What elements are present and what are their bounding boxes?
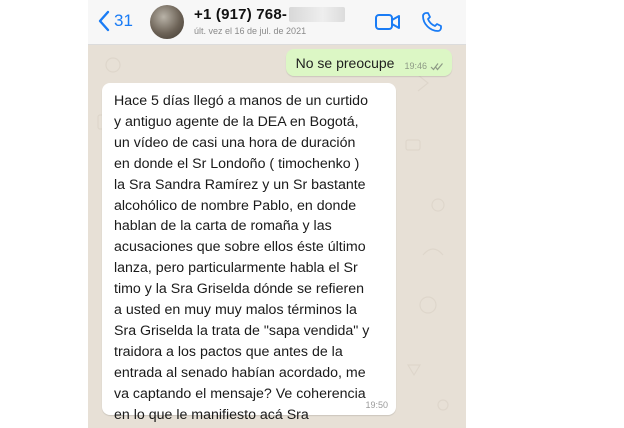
outgoing-message-meta: 19:46 (404, 61, 444, 71)
message-line: hablan de la carta de romaña y las (114, 218, 332, 235)
message-line: acusaciones que sobre ellos éste último (114, 239, 366, 256)
video-call-button[interactable] (374, 10, 402, 34)
chat-area[interactable]: No se preocupe 19:46 Hace 5 días llegó a… (88, 45, 466, 428)
message-line: lanza, pero particularmente habla el Sr (114, 260, 358, 277)
screenshot-frame: 31 +1 (917) 768- últ. vez el 16 de jul. … (0, 0, 624, 428)
incoming-message[interactable]: Hace 5 días llegó a manos de un curtido … (102, 83, 396, 423)
outgoing-message-time: 19:46 (404, 61, 427, 71)
chevron-left-icon (98, 10, 110, 32)
message-line: la Sra Sandra Ramírez y un Sr bastante (114, 176, 366, 193)
message-line: Sra Griselda la trata de "sapa vendida" … (114, 322, 370, 339)
contact-info[interactable]: +1 (917) 768- últ. vez el 16 de jul. de … (194, 4, 384, 36)
incoming-message-time: 19:50 (365, 400, 388, 410)
incoming-message-text: Hace 5 días llegó a manos de un curtido … (114, 91, 394, 426)
outgoing-message[interactable]: No se preocupe 19:46 (285, 49, 452, 76)
phone-call-button[interactable] (420, 10, 448, 34)
chat-header: 31 +1 (917) 768- últ. vez el 16 de jul. … (88, 0, 466, 45)
outgoing-message-text: No se preocupe (295, 55, 395, 71)
message-line: timo y la Sra Griselda dónde se refieren (114, 281, 364, 298)
message-line: un vídeo de casi una hora de duración (114, 134, 356, 151)
message-line: en donde el Sr Londoño ( timochenko ) (114, 155, 360, 172)
double-check-icon (430, 62, 443, 70)
message-line: va captando el mensaje? Ve coherencia (114, 385, 366, 402)
message-line: y antiguo agente de la DEA en Bogotá, (114, 113, 359, 130)
contact-number: +1 (917) 768- (194, 5, 288, 23)
message-line: Hace 5 días llegó a manos de un curtido (114, 93, 368, 109)
message-line: alcohólico de nombre Pablo, en donde (114, 197, 357, 214)
back-button[interactable]: 31 (98, 8, 133, 34)
message-line: entrada al senado habían acordado, me (114, 364, 366, 381)
unread-count: 31 (114, 11, 133, 30)
message-line: a usted en muy muy malos términos la (114, 302, 357, 319)
avatar[interactable] (150, 5, 184, 39)
chat-screen: 31 +1 (917) 768- últ. vez el 16 de jul. … (88, 0, 466, 428)
phone-call-icon (422, 12, 442, 32)
last-seen-status: últ. vez el 16 de jul. de 2021 (194, 26, 307, 36)
redacted-number-block (289, 6, 346, 22)
message-line: en lo que le manifiesto acá Sra (114, 406, 309, 423)
video-call-icon (375, 14, 400, 30)
message-line: traidora a los pactos que antes de la (114, 343, 343, 360)
